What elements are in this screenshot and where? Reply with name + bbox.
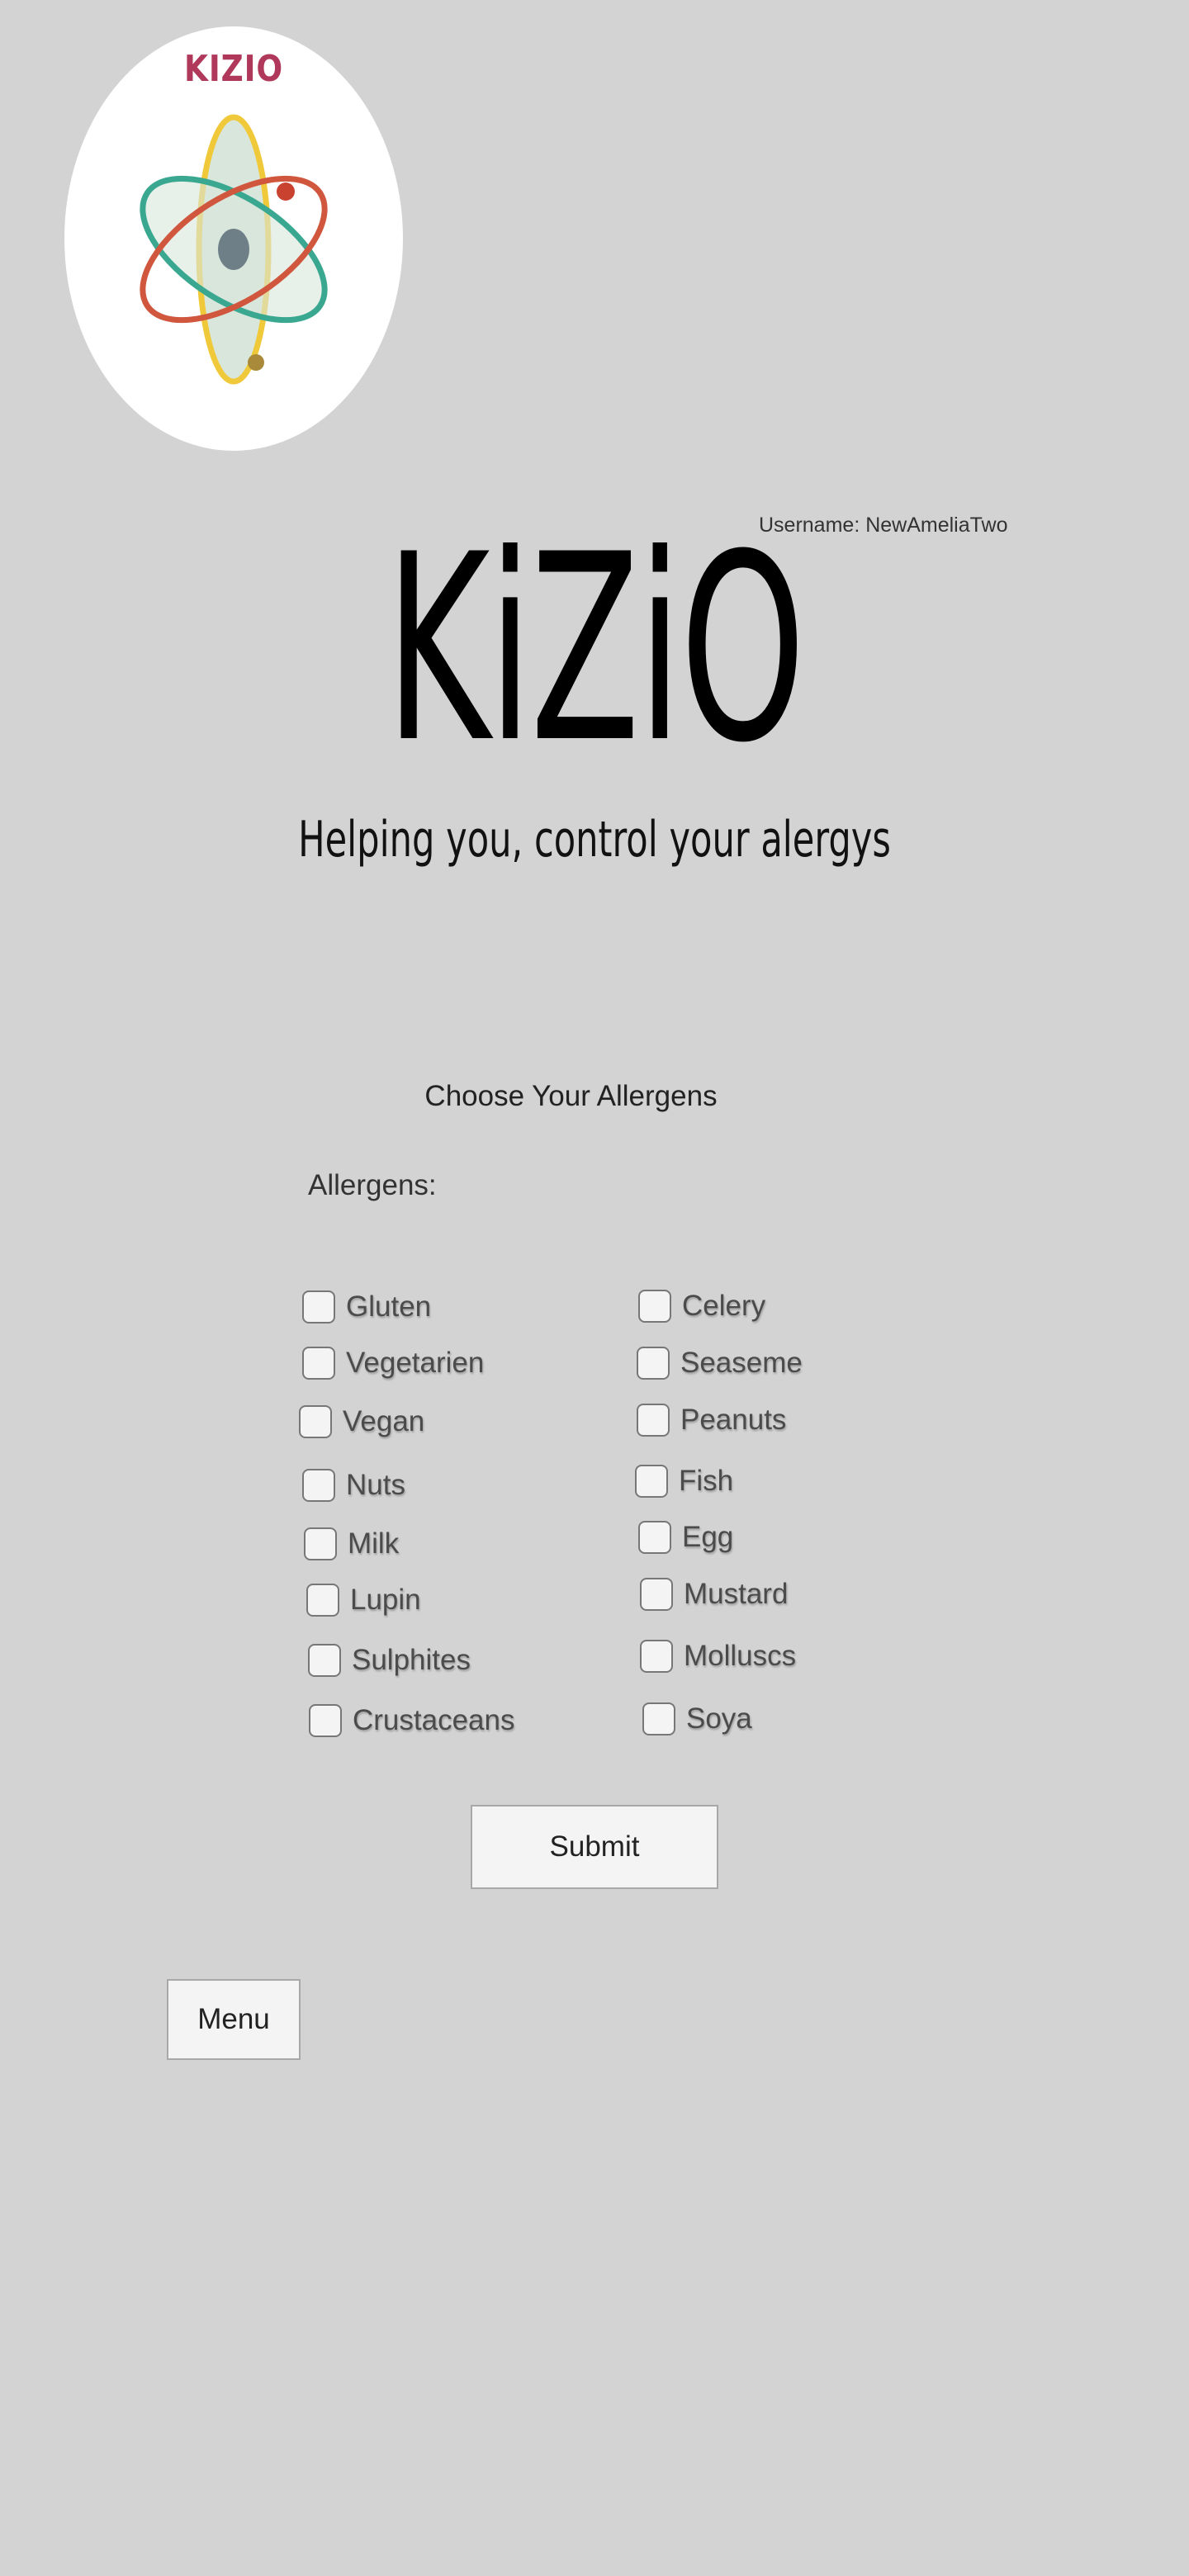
allergen-option-vegetarien[interactable]: Vegetarien <box>302 1347 484 1380</box>
allergen-option-seaseme[interactable]: Seaseme <box>637 1347 803 1380</box>
logo-text: KIZIO <box>184 48 283 90</box>
allergen-label: Egg <box>682 1521 734 1553</box>
allergen-option-molluscs[interactable]: Molluscs <box>640 1640 796 1673</box>
seaseme-checkbox[interactable] <box>637 1347 670 1380</box>
allergen-label: Vegetarien <box>346 1347 485 1379</box>
allergen-label: Peanuts <box>680 1404 787 1436</box>
allergen-option-egg[interactable]: Egg <box>638 1521 733 1554</box>
allergen-option-crustaceans[interactable]: Crustaceans <box>309 1704 514 1737</box>
allergen-label: Celery <box>682 1290 766 1322</box>
allergen-label: Vegan <box>343 1405 425 1437</box>
allergen-option-peanuts[interactable]: Peanuts <box>637 1404 786 1437</box>
milk-checkbox[interactable] <box>304 1527 337 1560</box>
allergen-label: Seaseme <box>680 1347 803 1379</box>
allergen-option-vegan[interactable]: Vegan <box>299 1405 424 1438</box>
allergen-label: Sulphites <box>352 1644 471 1676</box>
soya-checkbox[interactable] <box>642 1702 675 1735</box>
allergen-option-mustard[interactable]: Mustard <box>640 1578 788 1611</box>
allergen-label: Milk <box>348 1527 400 1560</box>
allergen-option-celery[interactable]: Celery <box>638 1290 765 1323</box>
allergen-option-lupin[interactable]: Lupin <box>306 1584 421 1617</box>
lupin-checkbox[interactable] <box>306 1584 339 1617</box>
vegan-checkbox[interactable] <box>299 1405 332 1438</box>
gluten-checkbox[interactable] <box>302 1290 335 1324</box>
submit-button[interactable]: Submit <box>471 1805 718 1889</box>
egg-checkbox[interactable] <box>638 1521 671 1554</box>
allergen-option-sulphites[interactable]: Sulphites <box>308 1644 471 1677</box>
allergen-option-gluten[interactable]: Gluten <box>302 1290 431 1324</box>
atom-logo-icon <box>140 114 328 385</box>
fish-checkbox[interactable] <box>635 1465 668 1498</box>
vegetarien-checkbox[interactable] <box>302 1347 335 1380</box>
allergen-label: Fish <box>679 1465 734 1497</box>
nuts-checkbox[interactable] <box>302 1469 335 1502</box>
brand-tagline: Helping you, control your alergys <box>298 811 891 869</box>
allergen-option-nuts[interactable]: Nuts <box>302 1469 405 1502</box>
allergen-label: Molluscs <box>684 1640 797 1672</box>
allergen-label: Crustaceans <box>353 1704 515 1736</box>
allergen-label: Mustard <box>684 1578 789 1610</box>
allergens-label: Allergens: <box>308 1169 437 1201</box>
allergen-label: Nuts <box>346 1469 405 1501</box>
allergen-option-soya[interactable]: Soya <box>642 1702 752 1735</box>
celery-checkbox[interactable] <box>638 1290 671 1323</box>
allergen-label: Soya <box>686 1702 752 1735</box>
kizio-logo: KIZIO <box>64 26 403 451</box>
peanuts-checkbox[interactable] <box>637 1404 670 1437</box>
mustard-checkbox[interactable] <box>640 1578 673 1611</box>
allergen-option-fish[interactable]: Fish <box>635 1465 733 1498</box>
allergen-label: Gluten <box>346 1290 432 1323</box>
allergens-heading: Choose Your Allergens <box>424 1080 718 1112</box>
molluscs-checkbox[interactable] <box>640 1640 673 1673</box>
brand-title: KiZiO <box>385 499 806 799</box>
menu-button[interactable]: Menu <box>167 1979 301 2060</box>
crustaceans-checkbox[interactable] <box>309 1704 342 1737</box>
allergen-label: Lupin <box>350 1584 421 1616</box>
sulphites-checkbox[interactable] <box>308 1644 341 1677</box>
allergen-option-milk[interactable]: Milk <box>304 1527 399 1560</box>
